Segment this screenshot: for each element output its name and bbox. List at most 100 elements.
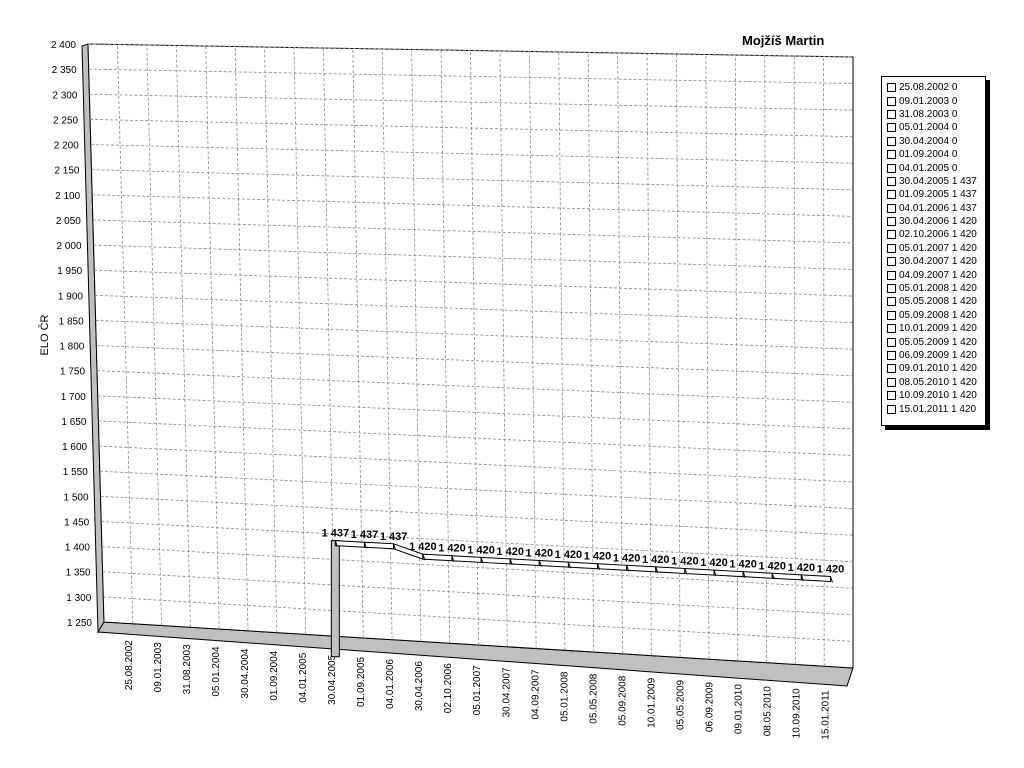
- data-label: 1 420: [613, 552, 641, 564]
- y-tick-label: 1 300: [66, 593, 91, 604]
- y-tick-label: 1 350: [66, 568, 91, 579]
- legend-label: 09.01.2010 1 420: [899, 363, 977, 375]
- legend-item: 08.05.2010 1 420: [882, 376, 985, 389]
- legend-label: 30.04.2007 1 420: [899, 256, 977, 268]
- y-tick-label: 2 100: [55, 191, 80, 202]
- x-tick-label: 30.04.2007: [501, 667, 512, 717]
- legend-label: 08.05.2010 1 420: [899, 376, 977, 388]
- data-label: 1 420: [758, 560, 786, 572]
- x-tick-label: 30.04.2005: [327, 654, 338, 704]
- x-tick-label: 09.01.2010: [733, 684, 744, 734]
- series-segment: [480, 556, 511, 565]
- data-label: 1 420: [729, 559, 757, 571]
- series-segment: [509, 558, 540, 567]
- y-tick-label: 1 750: [60, 367, 85, 378]
- x-tick-label: 09.01.2003: [153, 642, 164, 692]
- legend-label: 01.09.2005 1 437: [899, 189, 977, 201]
- legend-item: 05.09.2008 1 420: [882, 309, 985, 322]
- legend-item: 02.10.2006 1 420: [882, 228, 985, 241]
- x-tick-label: 04.09.2007: [530, 669, 541, 719]
- legend-label: 05.01.2004 0: [899, 122, 958, 134]
- y-tick-label: 2 200: [54, 141, 79, 152]
- legend-swatch: [887, 123, 896, 133]
- data-label: 1 420: [438, 543, 466, 555]
- y-tick-label: 2 050: [56, 216, 81, 227]
- x-tick-label: 04.01.2006: [385, 659, 396, 709]
- data-label: 1 420: [496, 546, 524, 558]
- y-tick-label: 2 250: [53, 115, 78, 126]
- series-segment: [567, 561, 599, 570]
- legend-swatch: [887, 270, 896, 280]
- legend-item: 10.09.2010 1 420: [882, 389, 985, 402]
- x-tick-label: 05.05.2009: [675, 679, 686, 729]
- y-tick-label: 1 950: [57, 266, 82, 277]
- series-segment: [713, 569, 744, 578]
- data-label: 1 420: [467, 544, 495, 556]
- legend-swatch: [887, 96, 896, 106]
- legend-swatch: [887, 257, 896, 267]
- legend-label: 05.05.2009 1 420: [899, 336, 977, 348]
- legend-swatch: [887, 176, 896, 186]
- x-tick-label: 05.01.2007: [472, 665, 483, 715]
- legend-item: 05.05.2008 1 420: [882, 295, 985, 308]
- legend-swatch: [887, 391, 896, 401]
- x-tick-label: 05.09.2008: [617, 675, 628, 725]
- legend-swatch: [887, 284, 896, 294]
- y-tick-label: 1 800: [59, 342, 84, 353]
- legend-label: 09.01.2003 0: [899, 95, 958, 107]
- x-tick-label: 04.01.2005: [298, 652, 309, 702]
- legend-swatch: [887, 310, 896, 320]
- data-label: 1 420: [555, 549, 583, 561]
- series-segment: [597, 563, 628, 571]
- y-tick-label: 1 250: [67, 618, 92, 629]
- legend-label: 04.01.2006 1 437: [899, 202, 977, 214]
- y-tick-label: 1 400: [65, 543, 90, 554]
- data-label: 1 437: [322, 528, 350, 540]
- elo-chart: 1 250 1 300 1 350 1 400 1 450 1 500 1 550 1 600…: [38, 40, 854, 740]
- y-tick-label: 1 600: [62, 442, 87, 453]
- data-label: 1 420: [788, 562, 816, 574]
- legend-swatch: [887, 136, 896, 146]
- x-tick-label: 25.08.2002: [124, 640, 135, 690]
- series-segment: [771, 572, 802, 581]
- series-segment: [538, 559, 569, 568]
- legend-swatch: [887, 203, 896, 213]
- legend-item: 06.09.2009 1 420: [882, 349, 985, 362]
- x-tick-label: 02.10.2006: [443, 663, 454, 713]
- x-tick-label: 30.04.2004: [240, 648, 251, 698]
- series-segment: [626, 564, 657, 573]
- series-segment: [334, 540, 365, 548]
- legend-item: 01.09.2004 0: [882, 148, 985, 161]
- legend-label: 04.09.2007 1 420: [899, 269, 977, 281]
- y-tick-label: 1 900: [58, 291, 83, 302]
- x-tick-label: 10.01.2009: [646, 677, 657, 727]
- legend-swatch: [887, 351, 896, 360]
- data-label: 1 420: [642, 554, 670, 566]
- x-tick-label: 01.09.2004: [269, 650, 280, 700]
- x-tick-label: 01.09.2005: [356, 656, 367, 706]
- legend-item: 15.01.2011 1 420: [882, 402, 985, 415]
- legend-item: 05.01.2008 1 420: [882, 282, 985, 295]
- legend-item: 30.04.2005 1 437: [882, 175, 985, 188]
- series-segment: [363, 541, 395, 550]
- y-tick-label: 1 850: [59, 316, 84, 327]
- data-label: 1 420: [817, 563, 845, 575]
- data-label: 1 437: [380, 531, 408, 543]
- x-tick-label: 05.01.2008: [559, 671, 570, 721]
- series-segment: [422, 553, 453, 562]
- legend-swatch: [887, 190, 896, 200]
- legend-label: 05.09.2008 1 420: [899, 309, 977, 321]
- y-tick-label: 1 700: [61, 392, 86, 403]
- legend-item: 05.01.2004 0: [882, 121, 985, 134]
- legend-label: 05.01.2008 1 420: [899, 283, 977, 295]
- series-segment: [451, 555, 482, 563]
- x-tick-label: 06.09.2009: [704, 682, 715, 732]
- legend-swatch: [887, 109, 896, 119]
- legend-swatch: [887, 364, 896, 374]
- legend-item: 25.08.2002 0: [882, 81, 985, 94]
- legend-label: 05.01.2007 1 420: [899, 242, 977, 254]
- x-tick-label: 05.01.2004: [211, 646, 222, 696]
- chart-legend: 25.08.2002 0 09.01.2003 0 31.08.2003 0 05.0…: [881, 76, 986, 426]
- x-tick-label: 08.05.2010: [762, 686, 773, 736]
- legend-swatch: [887, 404, 896, 414]
